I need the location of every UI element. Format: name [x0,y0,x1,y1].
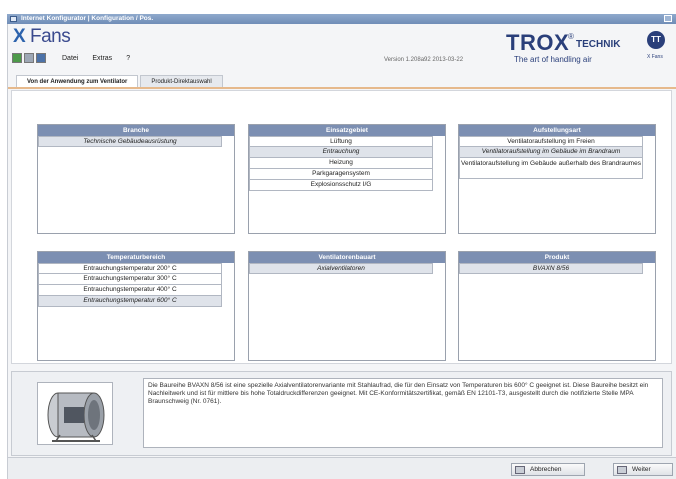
selection-area: Branche Technische Gebäudeausrüstung Ein… [11,90,672,364]
app-window-icon [10,16,17,22]
panel-einsatzgebiet: Einsatzgebiet Lüftung Entrauchung Heizun… [248,124,446,234]
cancel-button[interactable]: Abbrechen [511,463,585,476]
app-brand: X Fans [13,26,71,48]
trox-logo: TROX ® TECHNIK The art of handling air T… [506,30,674,68]
product-info-area: Die Baureihe BVAXN 8/56 ist eine speziel… [11,371,672,456]
next-button[interactable]: Weiter [613,463,673,476]
registered-mark: ® [568,32,574,41]
cancel-icon [515,466,525,474]
panel-title: Branche [38,125,234,136]
panel-temperaturbereich: Temperaturbereich Entrauchungstemperatur… [37,251,235,361]
list-item[interactable]: Explosionsschutz I/G [249,180,433,191]
axial-fan-icon [47,392,105,442]
list-item[interactable]: Entrauchungstemperatur 400° C [38,285,222,296]
list-item[interactable]: Entrauchungstemperatur 600° C [38,296,222,307]
product-description: Die Baureihe BVAXN 8/56 ist eine speziel… [143,378,663,448]
version-label: Version 1.208a92 2013-03-22 [384,57,464,63]
brand-name: Fans [29,26,71,47]
menu-help[interactable]: ? [126,55,130,62]
panel-title: Produkt [459,252,655,263]
next-label: Weiter [632,466,651,473]
menu-extras[interactable]: Extras [92,55,112,62]
panel-branche: Branche Technische Gebäudeausrüstung [37,124,235,234]
xfans-small-logo: X Fans [647,54,663,60]
footer-bar: Abbrechen Weiter [8,457,676,479]
panel-produkt: Produkt BVAXN 8/56 [458,251,656,361]
trox-tagline: The art of handling air [514,55,592,64]
close-document-icon[interactable] [24,53,34,63]
save-icon[interactable] [36,53,46,63]
menu-datei[interactable]: Datei [62,55,78,62]
panel-title: Aufstellungsart [459,125,655,136]
panel-title: Temperaturbereich [38,252,234,263]
panel-aufstellungsart: Aufstellungsart Ventilatoraufstellung im… [458,124,656,234]
window-title: Internet Konfigurator | Konfiguration / … [21,15,154,22]
list-item[interactable]: Entrauchung [249,147,433,158]
list-item[interactable]: Lüftung [249,136,433,147]
panel-title: Ventilatorenbauart [249,252,445,263]
trox-wordmark: TROX [506,30,570,55]
list-item[interactable]: Parkgaragensystem [249,169,433,180]
list-item[interactable]: Entrauchungstemperatur 300° C [38,274,222,285]
panel-bauart: Ventilatorenbauart Axialventilatoren [248,251,446,361]
product-image [37,382,113,445]
excel-export-icon[interactable] [12,53,22,63]
brand-x: X [13,26,26,47]
list-item[interactable]: Entrauchungstemperatur 200° C [38,263,222,274]
panel-title: Einsatzgebiet [249,125,445,136]
list-item[interactable]: Axialventilatoren [249,263,433,274]
list-item[interactable]: Technische Gebäudeausrüstung [38,136,222,147]
trox-technik: TECHNIK [576,39,621,50]
next-icon [617,466,627,474]
list-item[interactable]: Ventilatoraufstellung im Gebäude außerha… [459,158,643,179]
list-item[interactable]: Ventilatoraufstellung im Freien [459,136,643,147]
menubar: Datei Extras ? [12,52,130,64]
list-item[interactable]: BVAXN 8/56 [459,263,643,274]
trox-badge-icon: TT [647,31,665,49]
tab-underline [8,87,676,89]
window-titlebar: Internet Konfigurator | Konfiguration / … [7,14,676,24]
maximize-icon[interactable] [664,15,672,22]
app-window: X Fans Datei Extras ? Version 1.208a92 2… [7,24,676,479]
list-item[interactable]: Heizung [249,158,433,169]
list-item[interactable]: Ventilatoraufstellung im Gebäude im Bran… [459,147,643,158]
cancel-label: Abbrechen [530,466,562,473]
